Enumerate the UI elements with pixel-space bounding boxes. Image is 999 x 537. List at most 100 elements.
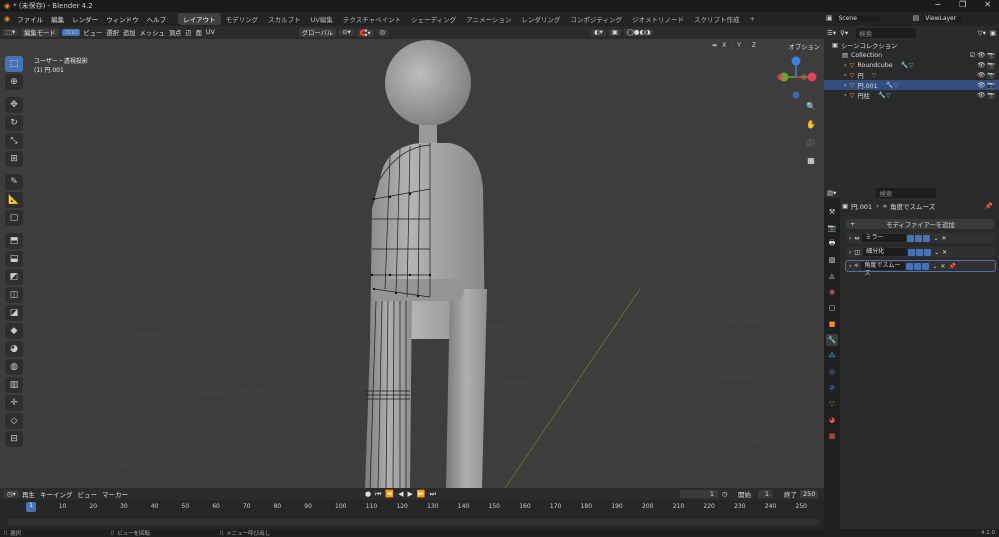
inset-tool[interactable]: ⬓: [5, 251, 23, 267]
start-frame-field[interactable]: 1: [758, 490, 772, 498]
edit-mode-toggle-icon[interactable]: [907, 234, 915, 242]
viewport-toggle-icon[interactable]: [914, 262, 922, 270]
collection-tab-icon[interactable]: ▢: [826, 302, 838, 314]
tab-uv-editing[interactable]: UV編集: [306, 13, 338, 25]
edge-menu[interactable]: 辺: [185, 28, 191, 37]
material-tab-icon[interactable]: ◕: [826, 414, 838, 426]
cursor-tool[interactable]: ⊕: [5, 74, 23, 90]
edge-slide-tool[interactable]: ▥: [5, 377, 23, 393]
blender-menu-icon[interactable]: ◉: [4, 15, 10, 23]
tab-texture-paint[interactable]: テクスチャペイント: [338, 13, 406, 25]
collection-row[interactable]: ▤ Collection ☑ 👁 📷: [824, 50, 999, 60]
texture-tab-icon[interactable]: ▩: [826, 430, 838, 442]
remove-modifier-icon[interactable]: ✕: [942, 249, 947, 256]
new-collection-icon[interactable]: ▣: [990, 29, 996, 37]
overlay-button[interactable]: ◐▾: [591, 29, 606, 36]
transform-tool[interactable]: ⊞: [5, 151, 23, 167]
3d-viewport[interactable]: ユーザー・透視投影 (1) 円.001 ⬚ ⊕ ✥ ↻ ⤡ ⊞ ✎ 📐 ▢ ⬒ …: [0, 39, 824, 488]
marker-menu[interactable]: マーカー: [102, 489, 128, 499]
zoom-icon[interactable]: 🔍: [804, 99, 818, 113]
tab-modeling[interactable]: モデリング: [221, 13, 264, 25]
tab-sculpt[interactable]: スカルプト: [263, 13, 306, 25]
expand-icon[interactable]: ›: [844, 62, 847, 69]
filter-icon[interactable]: ▽▾: [978, 29, 986, 37]
edit-mode-toggle-icon[interactable]: [906, 262, 914, 270]
particles-tab-icon[interactable]: ⁂: [826, 350, 838, 362]
tab-layout[interactable]: レイアウト: [178, 13, 221, 25]
perspective-grid-icon[interactable]: ▦: [804, 153, 818, 167]
output-tab-icon[interactable]: 🖶: [826, 238, 838, 250]
rotate-tool[interactable]: ↻: [5, 115, 23, 131]
play-reverse-icon[interactable]: ◀: [398, 490, 403, 498]
remove-modifier-icon[interactable]: ✕: [941, 235, 946, 242]
snap-button[interactable]: 🧲▾: [356, 28, 374, 37]
modifier-name[interactable]: 角度でスムーズ: [861, 262, 906, 277]
render-toggle-icon[interactable]: [924, 248, 932, 256]
extrude-tool[interactable]: ⬒: [5, 233, 23, 249]
object-tab-icon[interactable]: ■: [826, 318, 838, 330]
remove-modifier-icon[interactable]: ✕: [940, 263, 945, 270]
scene-tab-icon[interactable]: ◬: [826, 270, 838, 282]
add-modifier-button[interactable]: + モディファイアーを追加: [846, 219, 995, 229]
close-button[interactable]: ✕: [984, 0, 991, 9]
shrink-fatten-tool[interactable]: ✛: [5, 395, 23, 411]
select-menu[interactable]: 選択: [106, 28, 119, 37]
restore-button[interactable]: ❐: [959, 0, 966, 9]
dropdown-icon[interactable]: ⌄: [934, 249, 939, 256]
outliner-item-roundcube[interactable]: › ▽ Roundcube 🔧▽ 👁 📷: [824, 60, 999, 70]
outliner-editor-type[interactable]: ☰▾: [827, 29, 836, 37]
modifier-name[interactable]: 細分化: [863, 248, 908, 256]
modifier-tab-icon[interactable]: 🔧: [826, 334, 838, 346]
tab-geometry-nodes[interactable]: ジオメトリノード: [627, 13, 689, 25]
timeline-view-menu[interactable]: ビュー: [77, 489, 97, 499]
play-icon[interactable]: ▶: [408, 490, 413, 498]
mirror-x-toggle[interactable]: X: [719, 42, 730, 49]
playhead[interactable]: 1: [26, 502, 36, 512]
visibility-icons[interactable]: ☑ 👁 📷: [970, 51, 995, 59]
mirror-z-toggle[interactable]: Z: [748, 42, 759, 49]
measure-tool[interactable]: 📐: [5, 192, 23, 208]
next-key-icon[interactable]: ⏩: [417, 490, 426, 498]
tab-shading[interactable]: シェーディング: [406, 13, 461, 25]
menu-window[interactable]: ウィンドウ: [102, 14, 143, 24]
view-layer-selector[interactable]: ViewLayer: [922, 14, 963, 22]
prev-key-icon[interactable]: ⏪: [385, 490, 394, 498]
proportional-edit-button[interactable]: ◎: [376, 29, 389, 36]
pin-icon[interactable]: 📌: [985, 202, 993, 210]
scene-selector[interactable]: Scene: [835, 14, 880, 22]
annotate-tool[interactable]: ✎: [5, 174, 23, 190]
tool-tab-icon[interactable]: ⚒: [826, 206, 838, 218]
scale-tool[interactable]: ⤡: [5, 133, 23, 149]
shear-tool[interactable]: ◇: [5, 413, 23, 429]
view-layer-tab-icon[interactable]: ▧: [826, 254, 838, 266]
navigation-gizmo[interactable]: [774, 55, 818, 105]
visibility-icons[interactable]: 👁 📷: [977, 61, 995, 69]
visibility-icons[interactable]: 👁 📷: [977, 81, 995, 89]
modifier-name[interactable]: ミラー: [862, 234, 907, 242]
playback-menu[interactable]: 再生: [22, 489, 35, 499]
expand-icon[interactable]: ›: [849, 249, 851, 256]
xray-button[interactable]: ▣: [608, 29, 621, 36]
options-menu[interactable]: オプション: [789, 42, 820, 51]
properties-search[interactable]: 検索: [876, 188, 937, 198]
uv-menu[interactable]: UV: [206, 29, 215, 36]
modifier-smooth-by-angle[interactable]: › ⟡ 角度でスムーズ ⌄ ✕ 📌: [845, 260, 996, 277]
minimize-button[interactable]: −: [934, 0, 941, 9]
pin-icon[interactable]: 📌: [948, 263, 955, 270]
expand-icon[interactable]: ›: [844, 72, 847, 79]
timeline-editor-type[interactable]: ◷▾: [4, 490, 19, 498]
expand-icon[interactable]: ›: [844, 82, 847, 89]
tab-scripting[interactable]: スクリプト作成: [689, 13, 745, 25]
outliner-search[interactable]: 検索: [856, 28, 917, 38]
keying-menu[interactable]: キーイング: [40, 489, 73, 499]
timeline[interactable]: ◷▾ 再生 キーイング ビュー マーカー ● ⏮ ⏪ ◀ ▶ ⏩ ⏭ 1 ◷ 開…: [0, 488, 824, 529]
rip-tool[interactable]: ⊟: [5, 431, 23, 447]
tab-rendering[interactable]: レンダリング: [516, 13, 565, 25]
dropdown-icon[interactable]: ⌄: [933, 235, 938, 242]
jump-start-icon[interactable]: ⏮: [375, 490, 381, 499]
viewport-toggle-icon[interactable]: [915, 234, 923, 242]
transform-orientation-selector[interactable]: グローバル: [298, 28, 337, 37]
poly-build-tool[interactable]: ◆: [5, 323, 23, 339]
shading-buttons[interactable]: ◯●◐◑: [623, 29, 654, 36]
tab-animation[interactable]: アニメーション: [461, 13, 516, 25]
